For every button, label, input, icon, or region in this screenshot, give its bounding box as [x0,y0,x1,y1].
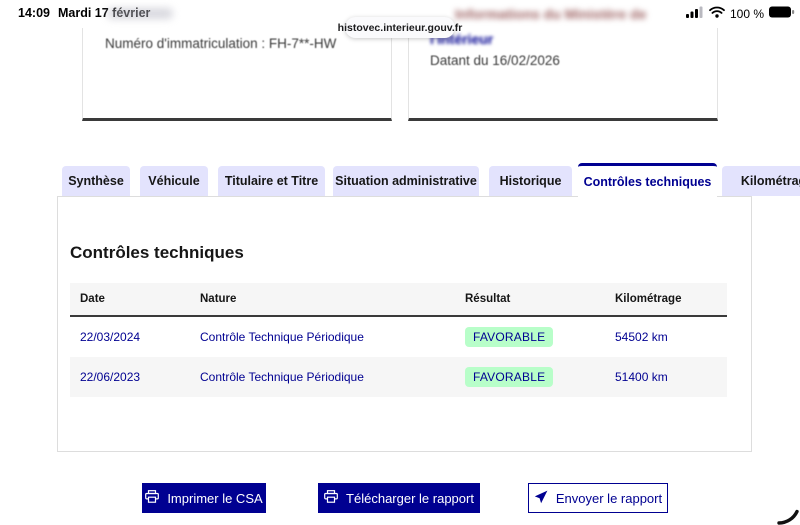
cell-kilometrage: 51400 km [615,370,668,384]
col-header-kilometrage: Kilométrage [615,293,682,305]
download-report-label: Télécharger le rapport [346,490,474,506]
status-right-cluster: 100 % [685,5,795,23]
tab-historique[interactable]: Historique [489,166,572,196]
printer-icon [324,490,338,506]
tab-vehicule[interactable]: Véhicule [140,166,208,196]
status-badge: FAVORABLE [465,367,554,387]
tab-label: Contrôles techniques [583,174,712,189]
print-csa-button[interactable]: Imprimer le CSA [142,483,266,513]
certificate-date-text: Datant du 16/02/2026 [430,53,560,68]
battery-percentage: 100 % [729,7,764,21]
tab-label: Situation administrative [335,174,477,188]
status-badge: FAVORABLE [465,327,554,347]
tab-synthese[interactable]: Synthèse [62,166,130,196]
cell-date: 22/03/2024 [80,330,141,344]
tab-titulaire-et-titre[interactable]: Titulaire et Titre [218,166,325,196]
tab-label: Titulaire et Titre [224,174,319,188]
blurred-card-heading [107,8,173,19]
cell-date: 22/06/2023 [80,370,141,384]
tab-situation-administrative[interactable]: Situation administrative [333,166,479,196]
send-plane-icon [534,490,548,507]
col-header-date: Date [80,293,105,305]
cell-nature: Contrôle Technique Périodique [200,330,364,344]
ministry-heading-line1: Informations du Ministère de [455,6,647,22]
wifi-icon [709,5,725,23]
status-time: 14:09 [18,6,50,20]
tab-kilometrage[interactable]: Kilométrage [722,166,800,196]
col-header-resultat: Résultat [465,293,511,305]
table-header-row: Date Nature Résultat Kilométrage [70,283,727,317]
tab-label: Kilométrage [740,174,800,188]
battery-icon [769,5,795,23]
download-report-button[interactable]: Télécharger le rapport [318,483,480,513]
registration-number-text: Numéro d'immatriculation : FH-7**-HW [105,36,337,51]
tab-controles-techniques[interactable]: Contrôles techniques [578,163,717,197]
tab-label: Véhicule [148,174,200,188]
browser-url-text: histovec.interieur.gouv.fr [337,21,463,34]
cursor-arc-icon [755,492,800,525]
section-title: Contrôles techniques [70,243,244,262]
cell-nature: Contrôle Technique Périodique [200,370,364,384]
send-report-button[interactable]: Envoyer le rapport [528,483,668,513]
browser-url-pill[interactable]: histovec.interieur.gouv.fr [338,17,462,38]
table-row: 22/06/2023 Contrôle Technique Périodique… [70,357,727,397]
send-report-label: Envoyer le rapport [555,490,663,506]
inspections-table: Date Nature Résultat Kilométrage 22/03/2… [70,283,727,397]
tab-label: Historique [499,174,562,188]
col-header-nature: Nature [200,293,237,305]
cell-kilometrage: 54502 km [615,330,668,344]
table-row: 22/03/2024 Contrôle Technique Périodique… [70,317,727,357]
printer-icon [145,490,160,506]
screen: 14:09 Mardi 17 février 100 % histovec.in… [0,0,800,525]
print-csa-label: Imprimer le CSA [167,490,263,506]
tab-label: Synthèse [68,174,124,188]
cellular-signal-icon [685,5,704,23]
